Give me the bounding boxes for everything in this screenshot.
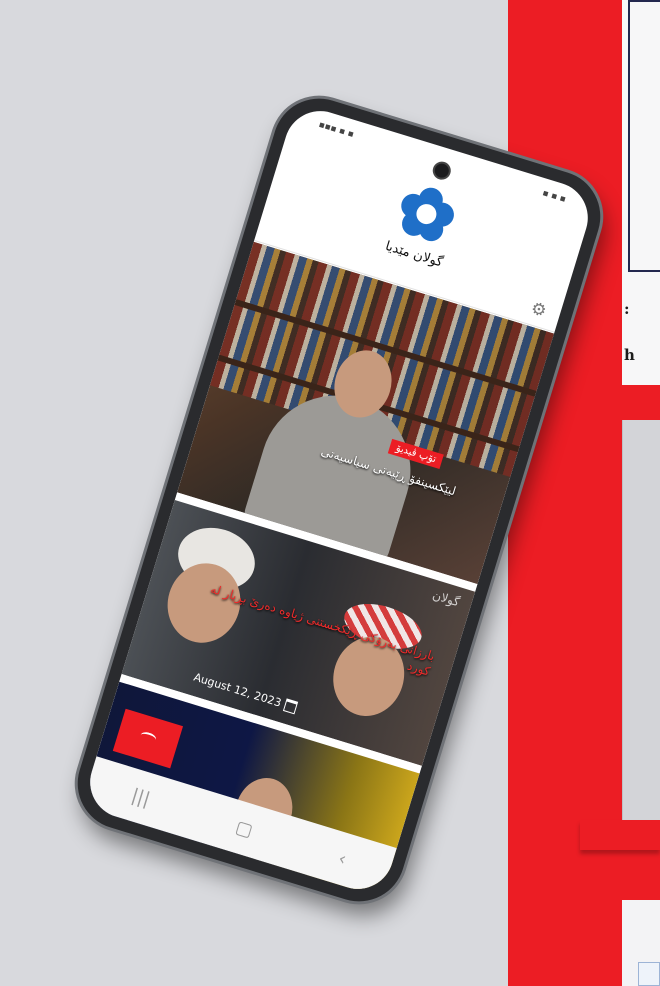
news-logo-badge-icon — [112, 708, 184, 769]
card-text-line-2: h — [624, 346, 635, 364]
story-date: August 12, 2023 — [192, 670, 299, 715]
story-date: August 10, 2023 — [170, 879, 276, 898]
gray-panel — [622, 420, 660, 825]
card-text-line-1: : — [624, 300, 630, 318]
watermark-text: گولان — [430, 587, 462, 610]
golan-media-logo-icon[interactable] — [393, 180, 460, 247]
settings-gear-icon[interactable]: ⚙ — [528, 298, 548, 322]
corner-box — [638, 962, 660, 986]
card-frame — [628, 0, 660, 272]
back-icon[interactable]: ‹ — [336, 848, 349, 870]
recents-icon[interactable]: ||| — [129, 784, 153, 809]
home-icon[interactable]: ▢ — [233, 816, 255, 841]
calendar-icon — [282, 698, 299, 715]
red-bar — [580, 820, 660, 850]
